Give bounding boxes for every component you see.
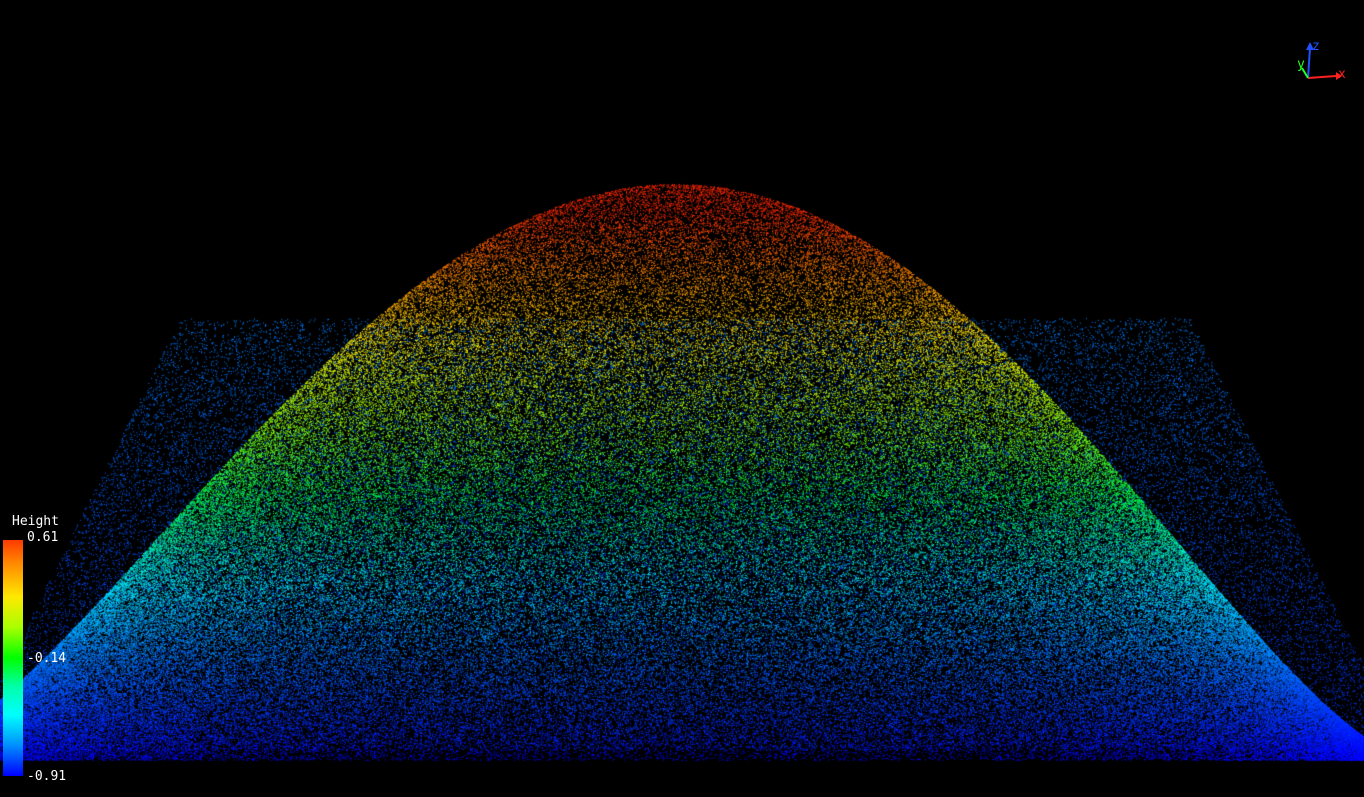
- z-axis-line: [1307, 47, 1311, 79]
- x-axis-line: [1307, 75, 1337, 79]
- y-axis-label: y: [1297, 57, 1305, 72]
- point-cloud-render[interactable]: [0, 0, 1364, 797]
- scalar-bar-gradient: [3, 540, 23, 776]
- scalar-bar-title: Height: [12, 514, 59, 529]
- z-axis-label: z: [1312, 39, 1320, 54]
- point-cloud-viewport[interactable]: x z y Height 0.61 -0.14 -0.91: [0, 0, 1364, 797]
- axis-orientation-gizmo: x z y: [1297, 39, 1346, 82]
- height-scalar-bar: Height 0.61 -0.14 -0.91: [0, 512, 90, 792]
- scalar-bar-min-label: -0.91: [27, 769, 67, 784]
- scalar-bar-mid-label: -0.14: [27, 651, 67, 666]
- scalar-bar-max-label: 0.61: [27, 530, 59, 545]
- x-axis-label: x: [1338, 67, 1346, 82]
